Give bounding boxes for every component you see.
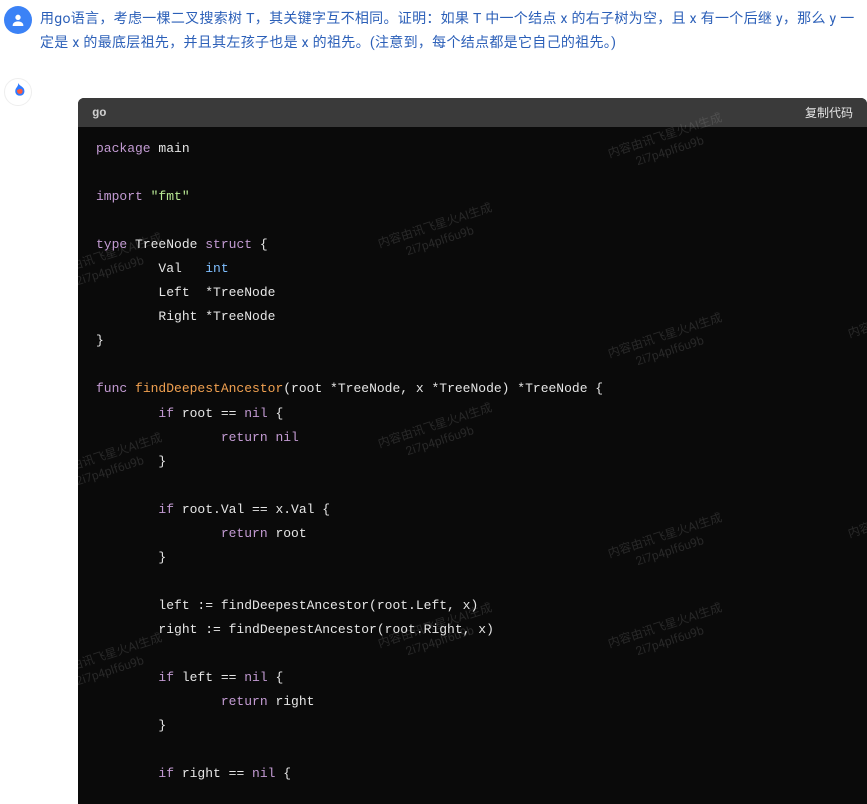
bot-content: go 复制代码 内容由讯飞星火AI生成2i7p4plf6u9b 内容由讯飞星火A… [38, 94, 867, 804]
code-lang-label: go [92, 106, 106, 120]
user-message-text: 用go语言，考虑一棵二叉搜索树 T，其关键字互不相同。证明：如果 T 中一个结点… [40, 6, 857, 56]
flame-icon [7, 81, 29, 103]
user-avatar [4, 6, 32, 34]
code-content[interactable]: package main import "fmt" type TreeNode … [78, 127, 867, 804]
code-header: go 复制代码 [78, 98, 867, 127]
code-block: go 复制代码 内容由讯飞星火AI生成2i7p4plf6u9b 内容由讯飞星火A… [78, 98, 867, 804]
user-message-row: 用go语言，考虑一棵二叉搜索树 T，其关键字互不相同。证明：如果 T 中一个结点… [0, 0, 867, 56]
user-icon [10, 12, 26, 28]
bot-avatar [4, 78, 32, 106]
copy-code-button[interactable]: 复制代码 [805, 104, 853, 121]
